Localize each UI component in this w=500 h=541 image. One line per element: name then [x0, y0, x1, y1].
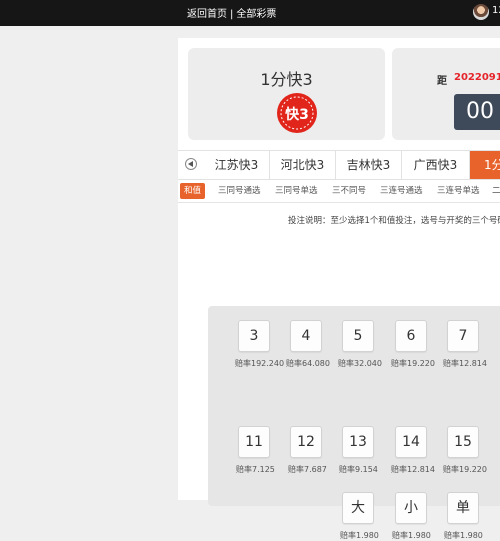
- ball-6[interactable]: 6: [395, 320, 427, 352]
- countdown-prefix: 距: [437, 76, 447, 87]
- game-title: 1分快3: [260, 70, 313, 89]
- odds-11: 赔率7.125: [236, 465, 275, 474]
- subtab-sum[interactable]: 和值: [180, 183, 206, 199]
- odds-12: 赔率7.687: [288, 465, 327, 474]
- main-panel: 1分快3 快3 距 20220912 00 江苏快3 河北快3 吉林快3 广西快…: [178, 38, 500, 540]
- odds-big: 赔率1.980: [340, 531, 379, 540]
- user-id[interactable]: 12: [492, 5, 500, 16]
- ball-12[interactable]: 12: [290, 426, 322, 458]
- ball-small[interactable]: 小: [395, 492, 427, 524]
- number-panel: 3 赔率192.240 4 赔率64.080 5 赔率32.040 6 赔率19…: [208, 306, 500, 540]
- subtab-triple-single[interactable]: 三同号单选: [275, 183, 318, 199]
- play-type-tabs: 和值 三同号通选 三同号单选 三不同号 三连号通选 三连号单选 二: [178, 180, 500, 203]
- subtab-triple-all[interactable]: 三同号通选: [218, 183, 261, 199]
- odds-odd: 赔率1.980: [444, 531, 483, 540]
- odds-13: 赔率9.154: [339, 465, 378, 474]
- svg-text:快3: 快3: [285, 106, 309, 123]
- odds-6: 赔率19.220: [391, 359, 435, 368]
- tab-1min[interactable]: 1分: [470, 151, 500, 179]
- tab-jilin[interactable]: 吉林快3: [336, 151, 402, 179]
- odds-7: 赔率12.814: [443, 359, 487, 368]
- ball-14[interactable]: 14: [395, 426, 427, 458]
- top-links: 返回首页 | 全部彩票: [187, 5, 276, 20]
- all-lottery-link[interactable]: 全部彩票: [236, 9, 276, 20]
- link-separator: |: [230, 9, 234, 20]
- tab-jiangsu[interactable]: 江苏快3: [204, 151, 270, 179]
- issue-number: 20220912: [454, 72, 500, 83]
- top-bar: 返回首页|全部彩票 12: [0, 0, 500, 26]
- game-card: 1分快3 快3: [188, 48, 385, 140]
- ball-3[interactable]: 3: [238, 320, 270, 352]
- subtab-two[interactable]: 二: [492, 183, 500, 199]
- ball-13[interactable]: 13: [342, 426, 374, 458]
- ball-11[interactable]: 11: [238, 426, 270, 458]
- odds-small: 赔率1.980: [392, 531, 431, 540]
- odds-5: 赔率32.040: [338, 359, 382, 368]
- subtab-three-distinct[interactable]: 三不同号: [332, 183, 366, 199]
- ball-15[interactable]: 15: [447, 426, 479, 458]
- tab-prev-icon[interactable]: [185, 158, 197, 170]
- tab-guangxi[interactable]: 广西快3: [402, 151, 470, 179]
- bet-instruction: 投注说明：至少选择1个和值投注，选号与开奖的三个号码: [288, 216, 500, 226]
- subtab-seq-single[interactable]: 三连号单选: [437, 183, 480, 199]
- lottery-logo-icon: 快3: [277, 93, 317, 133]
- ball-big[interactable]: 大: [342, 492, 374, 524]
- avatar[interactable]: [473, 4, 489, 20]
- odds-4: 赔率64.080: [286, 359, 330, 368]
- ball-4[interactable]: 4: [290, 320, 322, 352]
- ball-5[interactable]: 5: [342, 320, 374, 352]
- odds-14: 赔率12.814: [391, 465, 435, 474]
- home-link[interactable]: 返回首页: [187, 9, 227, 20]
- timer-card: 距 20220912 00: [392, 48, 500, 140]
- tab-hebei[interactable]: 河北快3: [270, 151, 336, 179]
- odds-15: 赔率19.220: [443, 465, 487, 474]
- ball-odd[interactable]: 单: [447, 492, 479, 524]
- odds-3: 赔率192.240: [235, 359, 285, 368]
- lottery-tabs: 江苏快3 河北快3 吉林快3 广西快3 1分: [178, 150, 500, 180]
- ball-7[interactable]: 7: [447, 320, 479, 352]
- countdown-box: 00: [454, 94, 500, 130]
- subtab-seq-all[interactable]: 三连号通选: [380, 183, 423, 199]
